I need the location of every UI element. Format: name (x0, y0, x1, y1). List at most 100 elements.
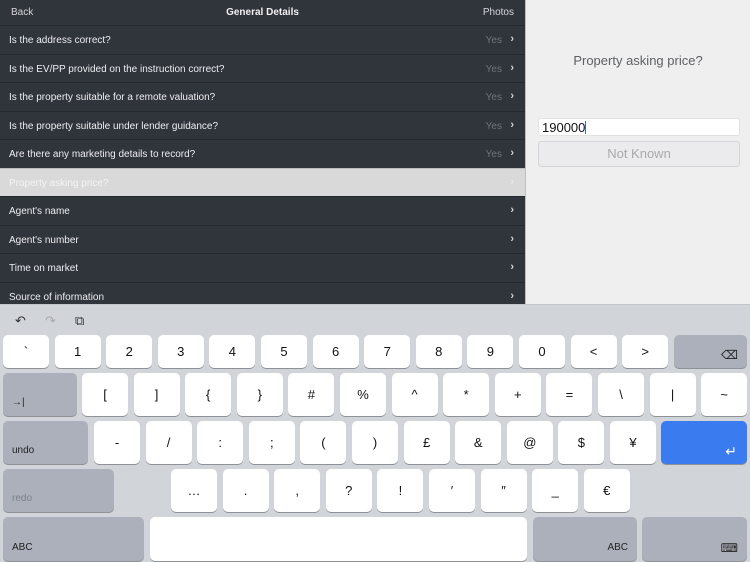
key[interactable]: ′ (429, 469, 475, 512)
key[interactable]: ] (133, 373, 180, 416)
page-title: General Details (226, 7, 299, 18)
key[interactable]: & (455, 421, 502, 464)
key[interactable]: € (583, 469, 630, 512)
key[interactable]: ? (325, 469, 372, 512)
not-known-button[interactable]: Not Known (538, 141, 740, 167)
question-row[interactable]: Is the EV/PP provided on the instruction… (0, 53, 525, 82)
abc-label: ABC (607, 542, 628, 553)
question-value: Yes (485, 35, 502, 46)
keyboard: ↶ ↷ ⧉ ` 1 2 3 4 5 6 7 8 9 0 < > ⌫ →| []{} #% ^ * + = \ | ~ undo -… (0, 304, 750, 562)
key[interactable]: ~ (701, 373, 748, 416)
hide-keyboard-key[interactable]: ⌨ (642, 517, 747, 561)
key[interactable]: ! (377, 469, 424, 512)
key[interactable]: _ (532, 469, 579, 512)
question-label: Agent's number (9, 234, 79, 246)
key[interactable]: [ (82, 373, 128, 416)
key[interactable]: $ (558, 421, 605, 464)
question-row[interactable]: Is the property suitable under lender gu… (0, 110, 525, 139)
key[interactable]: - (94, 421, 140, 464)
chevron-right-icon: › (510, 232, 514, 245)
space-key[interactable] (150, 517, 527, 561)
hide-keyboard-icon: ⌨ (720, 541, 738, 555)
question-row[interactable]: Property asking price? › (0, 167, 525, 196)
key[interactable]: 3 (157, 335, 204, 368)
key[interactable]: 2 (106, 335, 153, 368)
key[interactable]: * (443, 373, 490, 416)
chevron-right-icon: › (510, 147, 514, 159)
key[interactable]: / (145, 421, 192, 464)
return-icon: ↵ (725, 443, 737, 459)
key[interactable]: @ (506, 421, 553, 464)
key[interactable]: > (622, 335, 669, 368)
key[interactable]: 5 (261, 335, 307, 368)
key[interactable]: ¥ (610, 421, 656, 464)
key[interactable]: # (288, 373, 335, 416)
key[interactable]: . (222, 469, 269, 512)
question-value: Yes (485, 63, 502, 75)
question-row[interactable]: Time on market › (0, 253, 525, 281)
key[interactable]: 1 (54, 335, 101, 368)
key[interactable]: = (546, 373, 593, 416)
key[interactable]: | (649, 373, 696, 416)
detail-panel: Property asking price? 190000 Not Known (525, 0, 750, 304)
key[interactable]: ` (3, 335, 49, 368)
abc-label: ABC (12, 542, 33, 553)
key[interactable]: 8 (415, 335, 462, 368)
key[interactable]: } (236, 373, 283, 416)
chevron-right-icon: › (510, 175, 514, 188)
key[interactable]: ( (300, 421, 347, 464)
asking-price-input[interactable]: 190000 (538, 118, 740, 136)
key[interactable]: { (185, 373, 232, 416)
question-row[interactable]: Is the address correct? Yes › (0, 25, 525, 53)
key[interactable]: \ (598, 373, 644, 416)
question-value: Yes (485, 120, 502, 132)
key[interactable]: ″ (480, 469, 527, 512)
key[interactable]: ) (352, 421, 398, 464)
chevron-right-icon: › (510, 289, 514, 302)
key[interactable]: 0 (519, 335, 565, 368)
key[interactable]: + (494, 373, 541, 416)
photos-button[interactable]: Photos (483, 7, 514, 18)
tab-key[interactable]: →| (3, 373, 77, 416)
key[interactable]: 7 (364, 335, 411, 368)
chevron-right-icon: › (510, 33, 514, 45)
abc-left-key[interactable]: ABC (3, 517, 144, 561)
key[interactable]: 6 (312, 335, 359, 368)
key[interactable]: < (570, 335, 617, 368)
question-value: Yes (485, 92, 502, 103)
key[interactable]: 9 (467, 335, 514, 368)
redo-icon[interactable]: ↷ (45, 313, 56, 329)
abc-right-key[interactable]: ABC (533, 517, 637, 561)
key[interactable]: 4 (209, 335, 256, 368)
key[interactable]: , (274, 469, 321, 512)
key[interactable]: ^ (391, 373, 438, 416)
key[interactable]: £ (403, 421, 450, 464)
app-root: Back General Details Photos Is the addre… (0, 0, 750, 562)
undo-icon[interactable]: ↶ (15, 313, 26, 329)
key[interactable]: … (171, 469, 217, 512)
question-row[interactable]: Agent's number › (0, 224, 525, 253)
question-label: Is the address correct? (9, 35, 111, 46)
key[interactable]: : (197, 421, 244, 464)
question-label: Are there any marketing details to recor… (9, 149, 196, 160)
paste-icon[interactable]: ⧉ (75, 313, 84, 329)
questions-panel: Back General Details Photos Is the addre… (0, 0, 525, 304)
chevron-right-icon: › (510, 90, 514, 102)
question-label: Time on market (9, 263, 79, 274)
redo-key[interactable]: redo (3, 469, 114, 512)
detail-question: Property asking price? (573, 53, 703, 68)
undo-key[interactable]: undo (3, 421, 88, 464)
key[interactable]: ; (248, 421, 295, 464)
return-key[interactable]: ↵ (661, 421, 747, 464)
question-label: Agent's name (9, 206, 70, 217)
text-caret (585, 121, 587, 134)
question-row[interactable]: Source of information › (0, 281, 525, 305)
tab-icon: →| (12, 397, 25, 408)
question-row[interactable]: Is the property suitable for a remote va… (0, 82, 525, 110)
chevron-right-icon: › (510, 61, 514, 74)
key[interactable]: % (340, 373, 386, 416)
delete-key[interactable]: ⌫ (674, 335, 747, 368)
chevron-right-icon: › (510, 204, 514, 216)
question-row[interactable]: Are there any marketing details to recor… (0, 139, 525, 167)
question-row[interactable]: Agent's name › (0, 196, 525, 224)
